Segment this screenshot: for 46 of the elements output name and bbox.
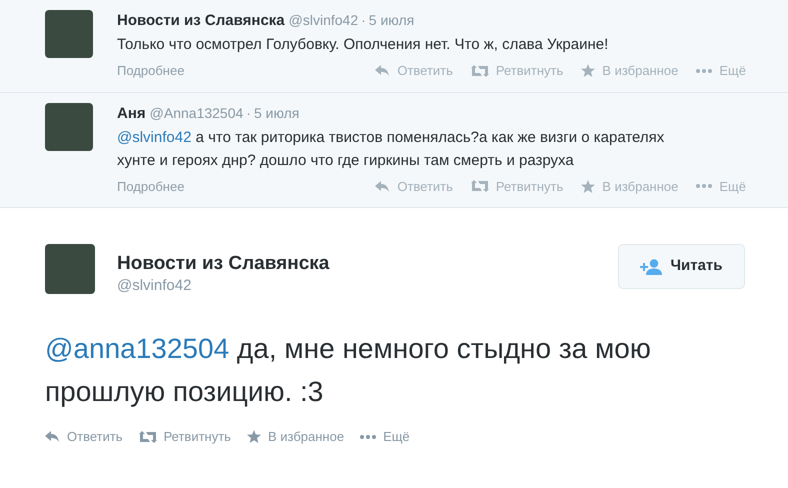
- user-name[interactable]: Новости из Славянска: [117, 11, 285, 31]
- separator-dot: ·: [246, 104, 251, 122]
- tweet-action-link[interactable]: Ретвитнуть: [470, 176, 564, 196]
- star-icon: [246, 430, 261, 444]
- tweet-action-link[interactable]: В избранное: [581, 176, 678, 196]
- tweet-action-link[interactable]: Ещё: [696, 61, 746, 80]
- add-user-icon: [640, 258, 662, 274]
- star-icon: [581, 180, 596, 193]
- tweet-action-link[interactable]: Ответить: [375, 176, 453, 196]
- tweet-action-link[interactable]: Ещё: [360, 427, 410, 446]
- avatar-image[interactable]: [45, 10, 93, 58]
- tweet-action-link[interactable]: Ретвитнуть: [470, 61, 564, 80]
- dots-icon: [696, 68, 712, 73]
- tweet-time[interactable]: 5 июля: [254, 102, 300, 122]
- dots-icon: [696, 184, 712, 188]
- tweet-action-link[interactable]: Ответить: [45, 427, 123, 446]
- tweet-action-link[interactable]: В избранное: [246, 427, 344, 446]
- tweet-time[interactable]: 5 июля: [368, 10, 414, 30]
- avatar-image[interactable]: [45, 244, 95, 294]
- retweet-icon: [138, 430, 157, 443]
- star-icon: [581, 64, 596, 78]
- mention-link[interactable]: @anna132504: [45, 333, 230, 364]
- details-link[interactable]: Подробнее: [117, 176, 184, 196]
- retweet-icon: [470, 64, 489, 77]
- separator-dot: ·: [361, 11, 366, 30]
- tweet-action-link[interactable]: Ретвитнуть: [138, 427, 231, 446]
- user-handle[interactable]: @slvinfo42: [117, 276, 618, 296]
- reply-icon: [375, 65, 390, 76]
- dots-icon: [360, 434, 376, 439]
- details-link[interactable]: Подробнее: [117, 61, 184, 80]
- mention-link[interactable]: @slvinfo42: [117, 128, 192, 146]
- user-handle[interactable]: @slvinfo42: [288, 10, 358, 30]
- tweet-action-link[interactable]: Ещё: [696, 176, 746, 196]
- reply-icon: [375, 180, 390, 192]
- avatar-image[interactable]: [45, 102, 93, 150]
- tweet-text: @slvinfo42 а что так риторика твистов поменялась?а как же визги о карателях хунте и героях днр? дошло что где гиркины там смерть и разруха: [117, 128, 666, 170]
- user-name[interactable]: Новости из Славянска: [117, 252, 618, 276]
- tweet-text: Только что осмотрел Голубовку. Ополчения нет. Что ж, слава Украине!: [117, 35, 610, 55]
- tweet-action-link[interactable]: Ответить: [375, 61, 453, 80]
- tweet-action-link[interactable]: В избранное: [581, 61, 678, 80]
- retweet-icon: [470, 180, 489, 192]
- user-handle[interactable]: @Anna132504: [150, 102, 244, 122]
- reply-icon: [45, 431, 60, 442]
- user-name[interactable]: Аня: [117, 104, 146, 124]
- follow-button[interactable]: Читать: [618, 244, 745, 289]
- tweet-text: @anna132504 да, мне немного стыдно за мою прошлую позицию. :3: [45, 332, 652, 409]
